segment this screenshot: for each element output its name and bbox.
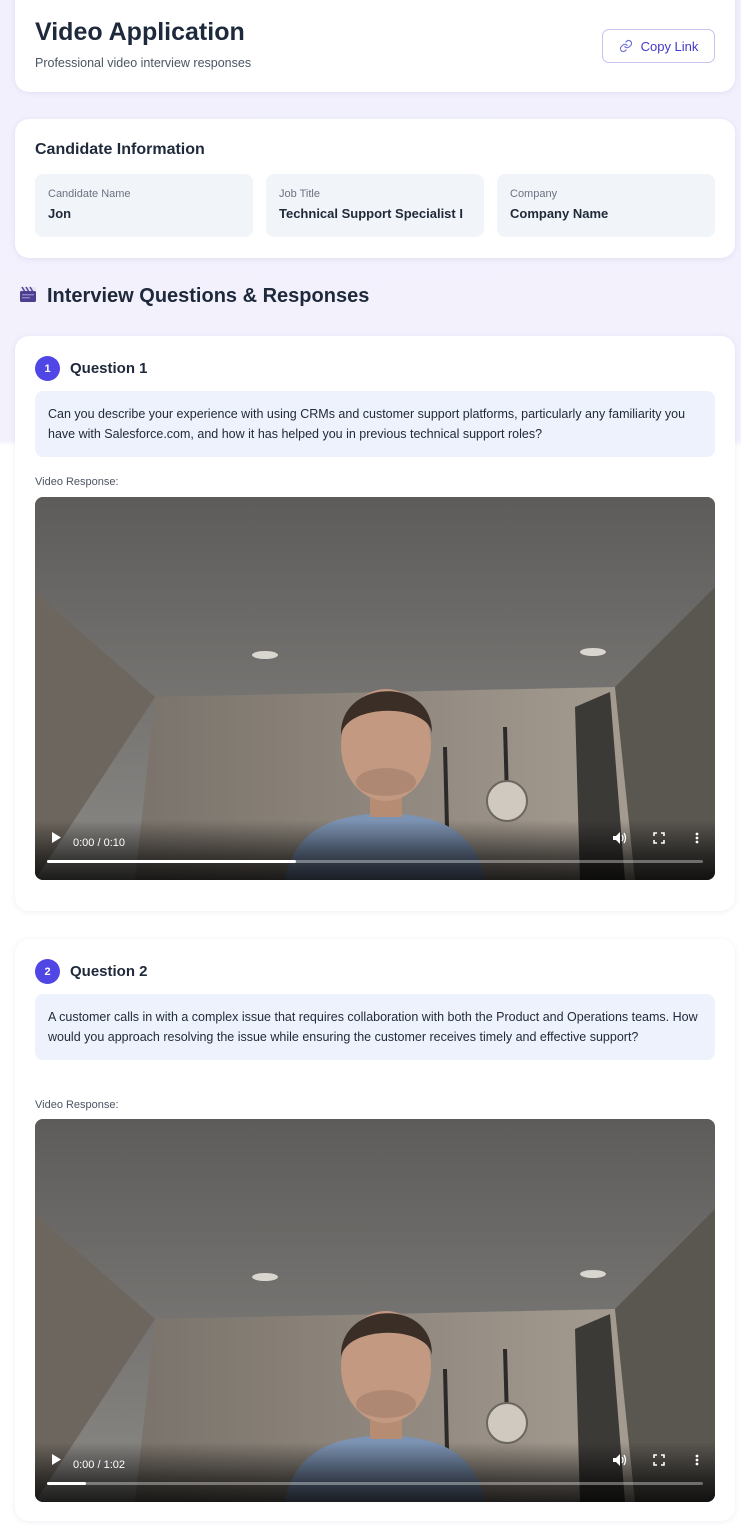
video-response-label: Video Response: bbox=[35, 1099, 119, 1111]
question-number-badge: 1 bbox=[35, 356, 60, 381]
job-title-label: Job Title bbox=[279, 188, 320, 200]
question-text: A customer calls in with a complex issue… bbox=[35, 994, 715, 1060]
company-label: Company bbox=[510, 188, 558, 200]
question-number-badge: 2 bbox=[35, 959, 60, 984]
play-icon[interactable] bbox=[51, 830, 61, 848]
link-icon bbox=[619, 39, 633, 53]
copy-link-label: Copy Link bbox=[640, 38, 699, 54]
fullscreen-icon[interactable] bbox=[653, 831, 665, 849]
header-card: Video Application Professional video int… bbox=[15, 0, 735, 92]
question-header: 1 Question 1 bbox=[35, 356, 148, 381]
question-text: Can you describe your experience with us… bbox=[35, 391, 715, 457]
clapperboard-icon bbox=[19, 285, 37, 308]
video-controls: 0:00 / 0:10 bbox=[35, 820, 715, 880]
more-options-icon[interactable] bbox=[695, 1453, 699, 1471]
fullscreen-icon[interactable] bbox=[653, 1453, 665, 1471]
candidate-name-value: Jon bbox=[48, 206, 72, 221]
volume-icon[interactable] bbox=[613, 831, 627, 849]
more-options-icon[interactable] bbox=[695, 831, 699, 849]
play-icon[interactable] bbox=[51, 1452, 61, 1470]
candidate-name-box: Candidate Name Jon bbox=[35, 174, 253, 237]
question-label: Question 2 bbox=[70, 963, 148, 980]
copy-link-button[interactable]: Copy Link bbox=[602, 29, 715, 63]
page-title: Video Application bbox=[35, 18, 245, 46]
volume-icon[interactable] bbox=[613, 1453, 627, 1471]
company-value: Company Name bbox=[510, 206, 609, 221]
video-player[interactable]: 0:00 / 1:02 bbox=[35, 1119, 715, 1502]
video-progress-fill bbox=[47, 1482, 87, 1485]
interview-heading: Interview Questions & Responses bbox=[19, 285, 369, 308]
question-header: 2 Question 2 bbox=[35, 959, 148, 984]
interview-title: Interview Questions & Responses bbox=[47, 285, 370, 307]
video-progress-track[interactable] bbox=[47, 860, 703, 863]
candidate-section-title: Candidate Information bbox=[35, 141, 205, 158]
video-progress-track[interactable] bbox=[47, 1482, 703, 1485]
video-time: 0:00 / 1:02 bbox=[73, 1459, 125, 1471]
question-label: Question 1 bbox=[70, 360, 148, 377]
job-title-box: Job Title Technical Support Specialist I bbox=[266, 174, 484, 237]
company-box: Company Company Name bbox=[497, 174, 715, 237]
candidate-info-card: Candidate Information Candidate Name Jon… bbox=[15, 119, 735, 258]
question-card: 2 Question 2 A customer calls in with a … bbox=[15, 939, 735, 1521]
candidate-name-label: Candidate Name bbox=[48, 188, 131, 200]
video-progress-fill bbox=[47, 860, 297, 863]
video-controls: 0:00 / 1:02 bbox=[35, 1442, 715, 1502]
video-response-label: Video Response: bbox=[35, 476, 119, 488]
video-player[interactable]: 0:00 / 0:10 bbox=[35, 497, 715, 880]
video-time: 0:00 / 0:10 bbox=[73, 837, 125, 849]
page-subtitle: Professional video interview responses bbox=[35, 56, 252, 70]
job-title-value: Technical Support Specialist I bbox=[279, 206, 463, 221]
question-card: 1 Question 1 Can you describe your exper… bbox=[15, 336, 735, 911]
